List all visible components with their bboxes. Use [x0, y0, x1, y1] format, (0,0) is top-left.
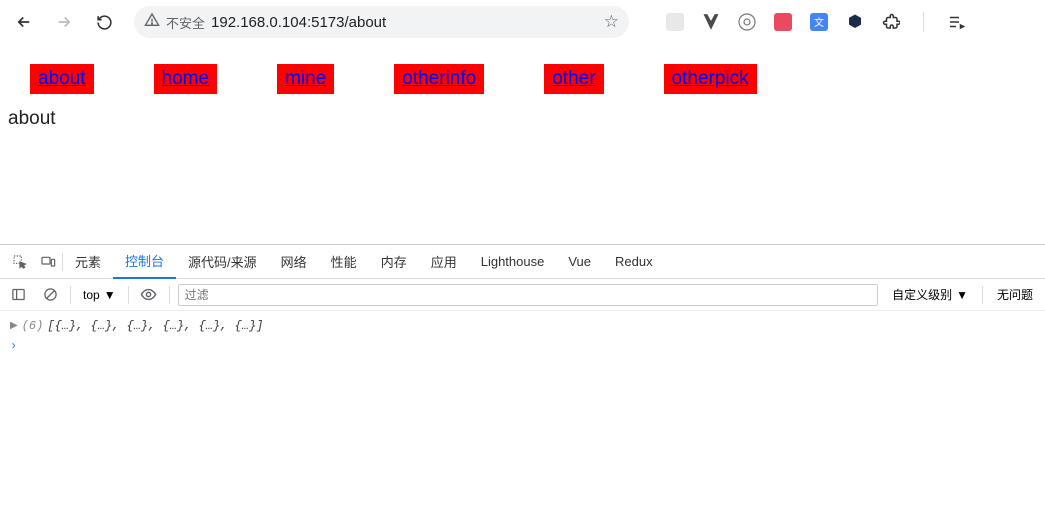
extension-icon-1[interactable] — [665, 12, 685, 32]
console-separator-1 — [70, 286, 71, 304]
tab-application[interactable]: 应用 — [419, 245, 469, 279]
console-prompt[interactable]: › — [10, 339, 1035, 353]
url-text: 192.168.0.104:5173/about — [211, 14, 598, 31]
media-control-icon[interactable] — [946, 12, 966, 32]
translate-extension-icon[interactable]: 文 — [809, 12, 829, 32]
tab-console[interactable]: 控制台 — [113, 245, 176, 279]
filter-input[interactable] — [178, 284, 879, 306]
devtools-panel: 元素 控制台 源代码/来源 网络 性能 内存 应用 Lighthouse Vue… — [0, 244, 1045, 510]
page-title: about — [8, 108, 1037, 130]
extension-icon-3[interactable] — [737, 12, 757, 32]
object-preview: [{…}, {…}, {…}, {…}, {…}, {…}] — [47, 319, 263, 333]
nav-link-otherpick[interactable]: otherpick — [664, 64, 757, 94]
device-toggle-icon[interactable] — [34, 248, 62, 276]
tab-vue[interactable]: Vue — [556, 245, 603, 279]
extension-icon-4[interactable] — [773, 12, 793, 32]
dropdown-icon: ▼ — [104, 288, 116, 302]
address-bar[interactable]: 不安全 192.168.0.104:5173/about ☆ — [134, 6, 629, 38]
reload-button[interactable] — [88, 6, 120, 38]
tab-redux[interactable]: Redux — [603, 245, 665, 279]
inspect-element-icon[interactable] — [6, 248, 34, 276]
svg-text:文: 文 — [814, 16, 824, 29]
tab-performance[interactable]: 性能 — [319, 245, 369, 279]
nav-link-home[interactable]: home — [154, 64, 218, 94]
issues-label: 无问题 — [991, 286, 1039, 303]
nav-links: about home mine otherinfo other otherpic… — [8, 64, 1037, 94]
extension-icons: 文 — [665, 12, 966, 32]
expand-arrow-icon[interactable]: ▶ — [10, 320, 18, 332]
console-separator-4 — [982, 286, 983, 304]
forward-button[interactable] — [48, 6, 80, 38]
vue-extension-icon[interactable] — [701, 12, 721, 32]
page-content: about home mine otherinfo other otherpic… — [0, 44, 1045, 244]
tab-memory[interactable]: 内存 — [369, 245, 419, 279]
array-count: (6) — [22, 319, 44, 333]
tab-network[interactable]: 网络 — [269, 245, 319, 279]
tab-elements[interactable]: 元素 — [63, 245, 113, 279]
context-selector[interactable]: top ▼ — [79, 288, 120, 302]
console-line[interactable]: ▶ (6) [{…}, {…}, {…}, {…}, {…}, {…}] — [10, 319, 1035, 333]
nav-link-other[interactable]: other — [544, 64, 603, 94]
tab-lighthouse[interactable]: Lighthouse — [469, 245, 557, 279]
insecure-label: 不安全 — [166, 13, 205, 32]
bookmark-star-icon[interactable]: ☆ — [604, 12, 619, 32]
levels-label: 自定义级别 — [892, 286, 952, 303]
console-separator-3 — [169, 286, 170, 304]
console-body: ▶ (6) [{…}, {…}, {…}, {…}, {…}, {…}] › — [0, 311, 1045, 510]
context-label: top — [83, 288, 100, 302]
extension-icon-6[interactable] — [845, 12, 865, 32]
insecure-icon — [144, 12, 160, 32]
nav-link-mine[interactable]: mine — [277, 64, 334, 94]
extensions-menu-icon[interactable] — [881, 12, 901, 32]
nav-link-about[interactable]: about — [30, 64, 94, 94]
console-separator-2 — [128, 286, 129, 304]
nav-link-otherinfo[interactable]: otherinfo — [394, 64, 484, 94]
browser-toolbar: 不安全 192.168.0.104:5173/about ☆ 文 — [0, 0, 1045, 44]
console-sidebar-icon[interactable] — [6, 283, 30, 307]
levels-selector[interactable]: 自定义级别 ▼ — [886, 286, 974, 303]
devtools-tabs: 元素 控制台 源代码/来源 网络 性能 内存 应用 Lighthouse Vue… — [0, 245, 1045, 279]
console-toolbar: top ▼ 自定义级别 ▼ 无问题 — [0, 279, 1045, 311]
toolbar-divider — [923, 12, 924, 32]
back-button[interactable] — [8, 6, 40, 38]
eye-icon[interactable] — [137, 283, 161, 307]
dropdown-icon: ▼ — [956, 288, 968, 302]
tab-sources[interactable]: 源代码/来源 — [176, 245, 269, 279]
clear-console-icon[interactable] — [38, 283, 62, 307]
